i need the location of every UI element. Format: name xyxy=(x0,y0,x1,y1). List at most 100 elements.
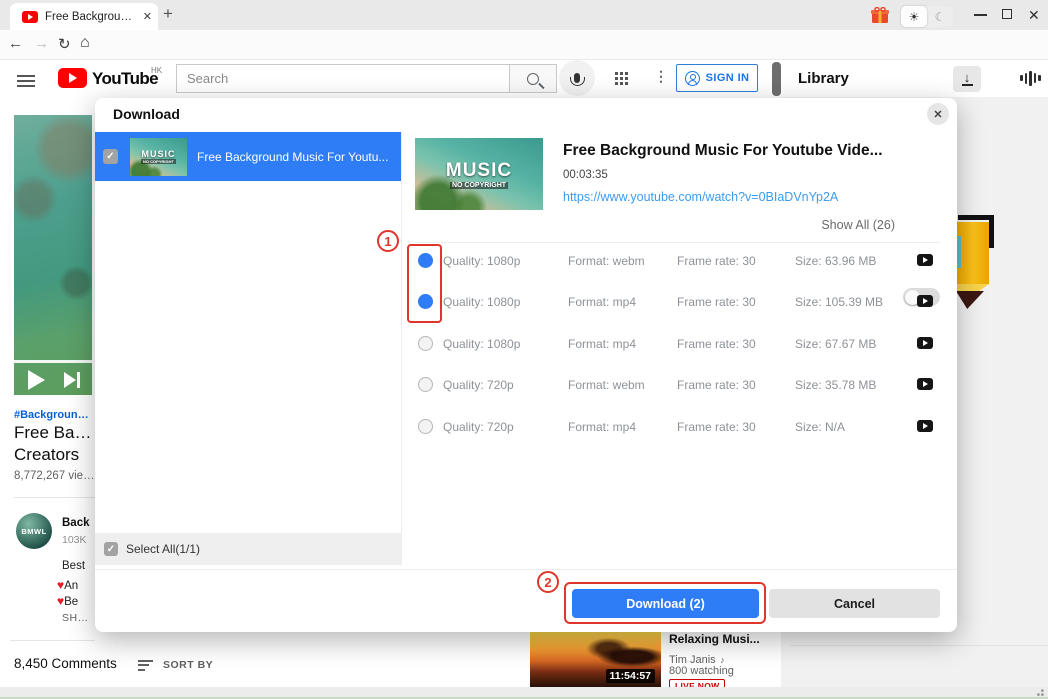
download-dialog: Download ✕ ✓ MUSIC NO COPYRIGHT Free Bac… xyxy=(95,98,957,632)
new-tab-button[interactable]: + xyxy=(163,4,173,24)
player-progress-bar[interactable] xyxy=(14,360,92,363)
step2-annotation: 2 xyxy=(537,571,559,593)
format-row[interactable]: Quality: 1080p Format: mp4 Frame rate: 3… xyxy=(410,289,945,315)
search-input[interactable] xyxy=(176,64,509,93)
status-strip xyxy=(0,687,1048,699)
home-icon[interactable]: ⌂ xyxy=(80,34,90,52)
resize-grip[interactable] xyxy=(1036,689,1044,697)
browser-tab[interactable]: Free Background Mus ✕ xyxy=(10,3,158,30)
format-row[interactable]: Quality: 720p Format: mp4 Frame rate: 30… xyxy=(410,414,945,440)
suggested-video-title[interactable]: Relaxing Musi... xyxy=(669,632,781,646)
step1-annotation: 1 xyxy=(377,230,399,252)
library-title: Library xyxy=(798,70,849,87)
youtube-header: YouTube HK ⋮ SIGN IN Library ↓ xyxy=(0,60,1048,97)
sort-by-label[interactable]: SORT BY xyxy=(163,659,213,671)
tab-title: Free Background Mus xyxy=(45,11,136,23)
item-title: Free Background Music For Youtu... xyxy=(197,150,388,164)
view-count: 8,772,267 views xyxy=(14,470,95,482)
radio-unselected[interactable] xyxy=(418,377,433,392)
video-type-icon xyxy=(917,420,933,432)
video-timestamp: 11:54:57 xyxy=(606,669,655,683)
show-all-label: Show All (26) xyxy=(821,218,895,232)
youtube-logo-icon[interactable] xyxy=(58,68,87,88)
select-all-label: Select All(1/1) xyxy=(126,542,200,556)
step2-highlight-box xyxy=(564,582,766,624)
app-window: Free Background Mus ✕ + ☀ ☾ ✕ ← → ↻ ⌂ ht… xyxy=(0,0,1048,699)
next-icon[interactable] xyxy=(64,372,80,388)
sign-in-button[interactable]: SIGN IN xyxy=(676,64,758,92)
tab-close-icon[interactable]: ✕ xyxy=(143,10,152,23)
video-thumbnail: MUSIC NO COPYRIGHT xyxy=(415,138,543,210)
channel-avatar[interactable]: BMWL xyxy=(16,513,52,549)
select-all-checkbox[interactable]: ✓ xyxy=(104,542,118,556)
titlebar: Free Background Mus ✕ + ☀ ☾ ✕ xyxy=(0,0,1048,30)
download-arrow-icon: ↓ xyxy=(964,72,971,83)
sort-icon[interactable] xyxy=(138,657,153,673)
video-player[interactable] xyxy=(14,115,92,395)
hamburger-menu-icon[interactable] xyxy=(17,72,35,90)
youtube-wordmark[interactable]: YouTube xyxy=(92,69,158,89)
comments-count: 8,450 Comments xyxy=(14,656,117,671)
window-close-button[interactable]: ✕ xyxy=(1028,7,1040,24)
comment-text: Best xyxy=(62,560,95,572)
minimize-button[interactable] xyxy=(974,14,987,16)
hashtag-link[interactable]: #BackgroundMusi xyxy=(14,409,95,421)
mic-icon xyxy=(574,73,580,83)
more-options-icon[interactable]: ⋮ xyxy=(654,68,668,85)
comment-line: ♥Be xyxy=(57,592,95,610)
item-thumbnail: MUSIC NO COPYRIGHT xyxy=(130,138,187,176)
check-icon: ✓ xyxy=(107,544,115,555)
video-title: Free Background Music For Youtube Vide..… xyxy=(563,142,943,160)
dark-mode-icon[interactable]: ☾ xyxy=(927,6,953,27)
radio-unselected[interactable] xyxy=(418,336,433,351)
back-icon[interactable]: ← xyxy=(8,35,23,52)
video-title-line2: Creators xyxy=(14,444,95,466)
sign-in-label: SIGN IN xyxy=(706,72,750,84)
formats-divider xyxy=(415,242,940,243)
person-icon xyxy=(685,71,700,86)
region-label: HK xyxy=(151,66,162,75)
page-scrollbar-thumb[interactable] xyxy=(772,62,781,96)
video-duration: 00:03:35 xyxy=(563,169,608,181)
library-divider xyxy=(790,645,1048,646)
divider xyxy=(10,640,95,641)
video-list-item[interactable]: ✓ MUSIC NO COPYRIGHT Free Background Mus… xyxy=(95,132,401,181)
forward-icon[interactable]: → xyxy=(34,35,49,52)
maximize-button[interactable] xyxy=(1002,9,1012,19)
subscriber-count: 103K xyxy=(62,534,95,546)
footer-divider xyxy=(95,569,957,570)
theme-toggle[interactable]: ☀ ☾ xyxy=(901,6,953,27)
search-button[interactable] xyxy=(509,64,557,93)
downloads-tab-button[interactable]: ↓ xyxy=(953,66,981,92)
item-checkbox[interactable]: ✓ xyxy=(103,149,118,164)
video-type-icon xyxy=(917,254,933,266)
addressbar: ← → ↻ ⌂ https://www.youtube.com/watch?v=… xyxy=(0,30,1048,60)
video-type-icon xyxy=(917,295,933,307)
dialog-close-button[interactable]: ✕ xyxy=(927,103,949,125)
channel-name[interactable]: Back xyxy=(62,517,95,529)
youtube-favicon xyxy=(22,11,38,23)
video-url-link[interactable]: https://www.youtube.com/watch?v=0BIaDVnY… xyxy=(563,190,943,204)
close-icon: ✕ xyxy=(933,108,942,121)
show-more-link[interactable]: SHOW xyxy=(62,612,95,624)
cancel-button[interactable]: Cancel xyxy=(769,589,940,618)
panel-divider xyxy=(401,132,402,565)
format-row[interactable]: Quality: 720p Format: webm Frame rate: 3… xyxy=(410,372,945,398)
music-note-icon: ♪ xyxy=(720,655,725,665)
apps-grid-icon[interactable] xyxy=(615,72,618,75)
reload-icon[interactable]: ↻ xyxy=(58,35,71,53)
watching-count: 800 watching xyxy=(669,665,734,677)
gift-icon[interactable] xyxy=(871,7,889,24)
format-row[interactable]: Quality: 1080p Format: mp4 Frame rate: 3… xyxy=(410,331,945,357)
video-type-icon xyxy=(917,337,933,349)
dialog-title: Download xyxy=(113,106,180,122)
check-icon: ✓ xyxy=(106,151,114,162)
play-icon[interactable] xyxy=(28,370,45,390)
voice-search-button[interactable] xyxy=(559,60,595,96)
radio-unselected[interactable] xyxy=(418,419,433,434)
light-mode-icon[interactable]: ☀ xyxy=(901,6,927,27)
audio-library-icon[interactable] xyxy=(1020,70,1041,86)
video-title-line1: Free Backgr xyxy=(14,422,95,444)
suggested-video-thumbnail[interactable]: 11:54:57 xyxy=(530,632,661,687)
format-row[interactable]: Quality: 1080p Format: webm Frame rate: … xyxy=(410,248,945,274)
